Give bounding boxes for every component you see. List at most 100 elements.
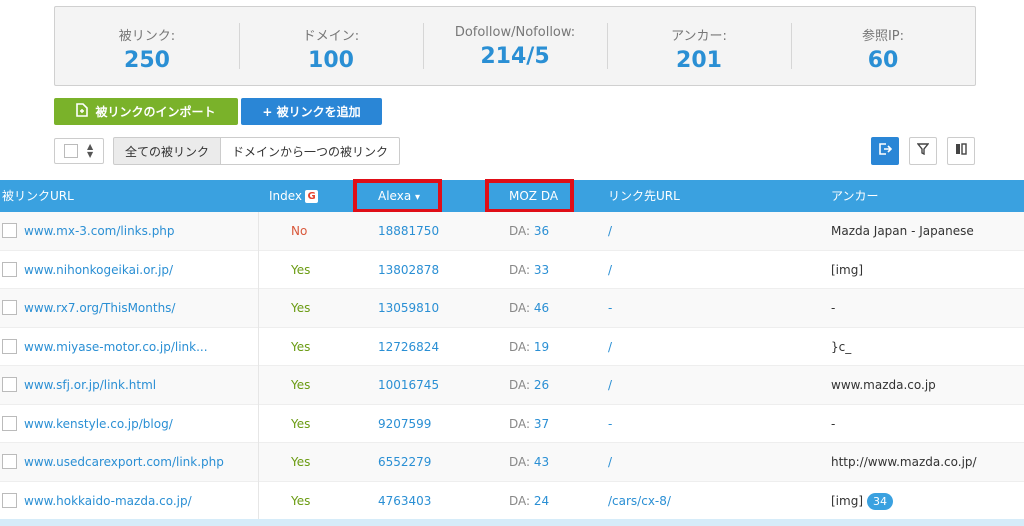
backlink-url-link[interactable]: www.kenstyle.co.jp/blog/ bbox=[24, 405, 173, 443]
alexa-rank[interactable]: 6552279 bbox=[378, 443, 431, 481]
header-target-url[interactable]: リンク先URL bbox=[608, 180, 680, 212]
da-value[interactable]: 33 bbox=[534, 263, 549, 277]
da-value[interactable]: 46 bbox=[534, 301, 549, 315]
da-value[interactable]: 26 bbox=[534, 378, 549, 392]
alexa-rank[interactable]: 13059810 bbox=[378, 289, 439, 327]
anchor-text: www.mazda.co.jp bbox=[831, 366, 936, 404]
backlink-url-link[interactable]: www.nihonkogeikai.or.jp/ bbox=[24, 251, 173, 289]
anchor-label: - bbox=[831, 301, 836, 315]
da-prefix: DA: bbox=[509, 416, 531, 431]
moz-da: DA: 37 bbox=[509, 405, 549, 443]
stat-ips: 参照IP: 60 bbox=[791, 7, 975, 85]
moz-highlight-box bbox=[485, 179, 574, 213]
export-icon bbox=[878, 142, 893, 160]
target-url-link[interactable]: / bbox=[608, 366, 612, 404]
da-value[interactable]: 43 bbox=[534, 455, 549, 469]
stat-value: 214/5 bbox=[480, 44, 550, 69]
bulk-select-dropdown[interactable]: ▲ ▼ bbox=[54, 138, 104, 164]
da-prefix: DA: bbox=[509, 455, 531, 469]
alexa-rank[interactable]: 13802878 bbox=[378, 251, 439, 289]
anchor-label: [img] bbox=[831, 262, 864, 277]
import-backlinks-label: 被リンクのインポート bbox=[95, 105, 216, 119]
stat-value: 100 bbox=[308, 48, 354, 73]
table-row: www.sfj.or.jp/link.html Yes 10016745 DA: 26… bbox=[0, 366, 1024, 405]
table-row: www.kenstyle.co.jp/blog/Yes 9207599 DA: 37… bbox=[0, 405, 1024, 443]
export-button[interactable] bbox=[871, 137, 899, 165]
anchor-text: - bbox=[831, 405, 835, 443]
import-file-icon bbox=[76, 102, 89, 121]
backlink-url-link[interactable]: www.rx7.org/ThisMonths/ bbox=[24, 289, 175, 327]
target-url-link[interactable]: /cars/cx-8/ bbox=[608, 482, 671, 520]
stat-label: ドメイン: bbox=[302, 29, 360, 44]
anchor-text: Mazda Japan - Japanese bbox=[831, 212, 974, 250]
target-url-link[interactable]: / bbox=[608, 328, 612, 366]
index-status: Yes bbox=[291, 416, 311, 431]
row-checkbox[interactable] bbox=[2, 492, 17, 508]
da-value[interactable]: 24 bbox=[534, 494, 549, 508]
anchor-count-badge[interactable]: 34 bbox=[867, 492, 894, 510]
add-backlink-label: + 被リンクを追加 bbox=[262, 105, 361, 119]
columns-button[interactable] bbox=[947, 137, 975, 165]
row-checkbox[interactable] bbox=[2, 454, 17, 469]
da-value[interactable]: 36 bbox=[534, 224, 549, 238]
row-checkbox[interactable] bbox=[2, 223, 17, 238]
row-checkbox[interactable] bbox=[2, 377, 17, 392]
filter-all-backlinks[interactable]: 全ての被リンク bbox=[113, 137, 221, 165]
backlink-url-link[interactable]: www.usedcarexport.com/link.php bbox=[24, 443, 224, 481]
backlink-url-link[interactable]: www.hokkaido-mazda.co.jp/ bbox=[24, 482, 192, 520]
da-value[interactable]: 37 bbox=[534, 417, 549, 431]
target-url-link[interactable]: / bbox=[608, 212, 612, 250]
moz-da: DA: 46 bbox=[509, 289, 549, 327]
up-down-arrows-icon: ▲ ▼ bbox=[87, 142, 94, 159]
moz-da: DA: 24 bbox=[509, 482, 549, 520]
header-index[interactable]: Index G bbox=[269, 180, 319, 212]
header-backlink-url[interactable]: 被リンクURL bbox=[2, 180, 74, 212]
target-url-link[interactable]: / bbox=[608, 251, 612, 289]
target-url-link[interactable]: / bbox=[608, 443, 612, 481]
column-divider bbox=[258, 212, 259, 526]
row-checkbox[interactable] bbox=[2, 261, 17, 277]
google-icon: G bbox=[305, 190, 319, 203]
backlink-url-link[interactable]: www.sfj.or.jp/link.html bbox=[24, 366, 156, 404]
row-checkbox[interactable] bbox=[2, 415, 17, 431]
anchor-text: [img] bbox=[831, 251, 863, 289]
index-status: Yes bbox=[291, 301, 311, 315]
alexa-rank[interactable]: 10016745 bbox=[378, 366, 439, 404]
da-prefix: DA: bbox=[509, 224, 531, 238]
alexa-rank[interactable]: 4763403 bbox=[378, 482, 431, 520]
stat-anchors: アンカー: 201 bbox=[607, 7, 791, 85]
stat-label: 被リンク: bbox=[118, 29, 176, 44]
row-checkbox[interactable] bbox=[2, 338, 17, 354]
target-url-link[interactable]: - bbox=[608, 289, 612, 327]
backlink-url-link[interactable]: www.mx-3.com/links.php bbox=[24, 212, 175, 250]
header-anchor[interactable]: アンカー bbox=[831, 180, 879, 212]
select-all-checkbox[interactable] bbox=[64, 144, 78, 158]
table-row: www.miyase-motor.co.jp/link... Yes 1272682… bbox=[0, 328, 1024, 366]
table-row-partial bbox=[0, 519, 1024, 526]
anchor-label: }c_ bbox=[831, 339, 852, 354]
anchor-text: http://www.mazda.co.jp/ bbox=[831, 443, 977, 481]
alexa-highlight-box bbox=[353, 179, 442, 213]
row-checkbox[interactable] bbox=[2, 300, 17, 315]
stat-value: 60 bbox=[867, 48, 899, 73]
stat-dofollow: Dofollow/Nofollow: 214/5 bbox=[423, 7, 607, 85]
alexa-rank[interactable]: 12726824 bbox=[378, 328, 439, 366]
stat-backlinks: 被リンク: 250 bbox=[55, 7, 239, 85]
columns-icon bbox=[955, 143, 967, 159]
backlink-url-link[interactable]: www.miyase-motor.co.jp/link... bbox=[24, 328, 208, 366]
alexa-rank[interactable]: 9207599 bbox=[378, 405, 431, 443]
alexa-rank[interactable]: 18881750 bbox=[378, 212, 439, 250]
target-url-link[interactable]: - bbox=[608, 405, 612, 443]
import-backlinks-button[interactable]: 被リンクのインポート bbox=[54, 98, 238, 125]
da-prefix: DA: bbox=[509, 378, 531, 392]
stat-label: アンカー: bbox=[671, 29, 727, 44]
index-status: Yes bbox=[291, 455, 311, 469]
add-backlink-button[interactable]: + 被リンクを追加 bbox=[241, 98, 382, 125]
filter-one-per-domain[interactable]: ドメインから一つの被リンク bbox=[220, 137, 400, 165]
da-prefix: DA: bbox=[509, 301, 531, 315]
filter-button[interactable] bbox=[909, 137, 937, 165]
da-value[interactable]: 19 bbox=[534, 340, 549, 354]
anchor-text: [img] 34 bbox=[831, 482, 894, 520]
table-row: www.mx-3.com/links.php No 18881750 DA: 36 / M… bbox=[0, 212, 1024, 251]
da-prefix: DA: bbox=[509, 262, 531, 277]
